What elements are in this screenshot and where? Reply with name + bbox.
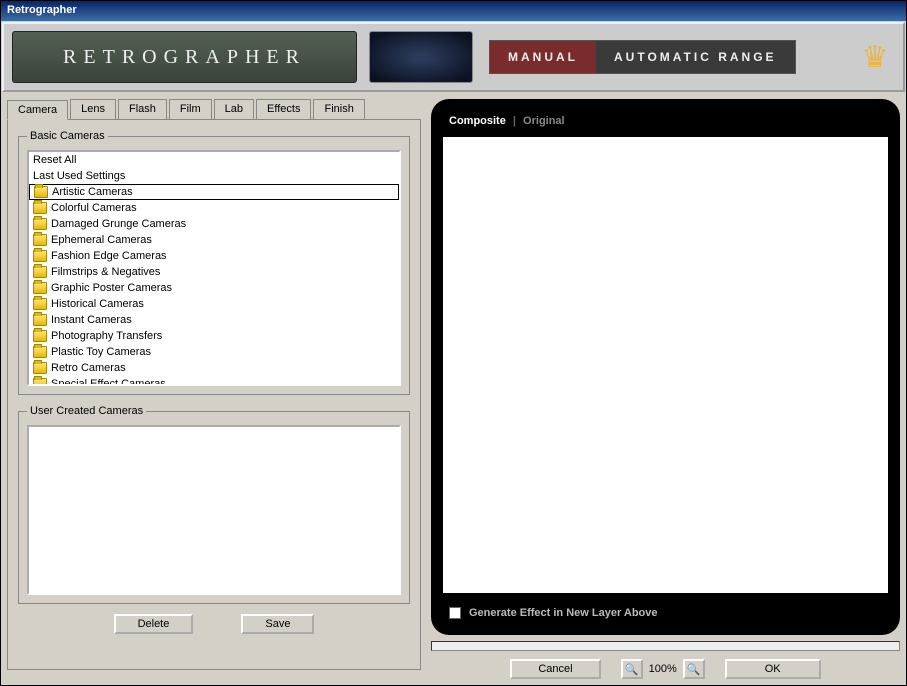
list-item-label: Special Effect Cameras	[51, 378, 166, 386]
folder-icon	[33, 218, 47, 230]
list-item-label: Graphic Poster Cameras	[51, 282, 172, 294]
window-titlebar: Retrographer	[1, 1, 906, 21]
list-item[interactable]: Last Used Settings	[29, 168, 399, 184]
progress-bar	[431, 641, 900, 651]
preview-tabs: Composite | Original	[443, 111, 888, 137]
banner-image	[369, 31, 473, 83]
list-item-label: Historical Cameras	[51, 298, 144, 310]
ok-button[interactable]: OK	[725, 659, 821, 679]
list-item[interactable]: Plastic Toy Cameras	[29, 344, 399, 360]
cancel-button[interactable]: Cancel	[510, 659, 600, 679]
tab-finish[interactable]: Finish	[313, 99, 364, 119]
list-item-label: Colorful Cameras	[51, 202, 137, 214]
folder-icon	[33, 314, 47, 326]
folder-icon	[33, 378, 47, 386]
list-item-label: Ephemeral Cameras	[51, 234, 152, 246]
generate-layer-checkbox[interactable]	[449, 607, 461, 619]
list-item[interactable]: Special Effect Cameras	[29, 376, 399, 386]
tab-film[interactable]: Film	[169, 99, 212, 119]
preview-tab-original[interactable]: Original	[523, 115, 565, 127]
window-title: Retrographer	[7, 4, 77, 16]
preview-tab-composite[interactable]: Composite	[449, 115, 506, 127]
folder-icon	[33, 202, 47, 214]
delete-button[interactable]: Delete	[114, 614, 194, 634]
list-item-label: Fashion Edge Cameras	[51, 250, 167, 262]
tab-strip: Camera Lens Flash Film Lab Effects Finis…	[7, 99, 421, 120]
list-item[interactable]: Filmstrips & Negatives	[29, 264, 399, 280]
list-item-label: Retro Cameras	[51, 362, 126, 374]
basic-cameras-list[interactable]: Reset All Last Used Settings Artistic Came…	[27, 150, 401, 386]
app-logo: RETROGRAPHER	[12, 31, 357, 83]
list-item[interactable]: Fashion Edge Cameras	[29, 248, 399, 264]
mode-switch: MANUAL AUTOMATIC RANGE	[489, 40, 796, 74]
preview-panel: Composite | Original Generate Effect in …	[431, 99, 900, 635]
user-cameras-group: User Created Cameras	[18, 405, 410, 604]
folder-icon	[33, 282, 47, 294]
basic-cameras-legend: Basic Cameras	[27, 130, 108, 142]
user-cameras-list[interactable]	[27, 425, 401, 595]
save-button[interactable]: Save	[241, 614, 314, 634]
list-item-label: Plastic Toy Cameras	[51, 346, 151, 358]
list-item-label: Instant Cameras	[51, 314, 132, 326]
zoom-out-button[interactable]: 🔍	[621, 659, 643, 679]
list-item[interactable]: Instant Cameras	[29, 312, 399, 328]
automatic-range-button[interactable]: AUTOMATIC RANGE	[596, 41, 795, 73]
generate-layer-label: Generate Effect in New Layer Above	[469, 607, 658, 619]
banner: RETROGRAPHER MANUAL AUTOMATIC RANGE ♛	[2, 22, 905, 92]
list-item[interactable]: Retro Cameras	[29, 360, 399, 376]
folder-icon	[33, 266, 47, 278]
list-item-label: Artistic Cameras	[52, 186, 133, 198]
list-item[interactable]: Artistic Cameras	[29, 184, 399, 200]
folder-icon	[34, 186, 48, 198]
list-item-label: Reset All	[33, 154, 76, 166]
tab-flash[interactable]: Flash	[118, 99, 167, 119]
zoom-level: 100%	[649, 663, 677, 675]
manual-mode-button[interactable]: MANUAL	[490, 41, 596, 73]
list-item-label: Damaged Grunge Cameras	[51, 218, 186, 230]
tab-panel: Basic Cameras Reset All Last Used Setting…	[7, 120, 421, 670]
list-item[interactable]: Reset All	[29, 152, 399, 168]
zoom-in-button[interactable]: 🔍	[683, 659, 705, 679]
tab-effects[interactable]: Effects	[256, 99, 311, 119]
folder-icon	[33, 298, 47, 310]
list-item[interactable]: Ephemeral Cameras	[29, 232, 399, 248]
list-item[interactable]: Damaged Grunge Cameras	[29, 216, 399, 232]
tab-lens[interactable]: Lens	[70, 99, 116, 119]
folder-icon	[33, 250, 47, 262]
folder-icon	[33, 330, 47, 342]
tab-camera[interactable]: Camera	[7, 100, 68, 120]
list-item[interactable]: Graphic Poster Cameras	[29, 280, 399, 296]
zoom-in-icon: 🔍	[687, 663, 701, 676]
folder-icon	[33, 346, 47, 358]
list-item-label: Photography Transfers	[51, 330, 162, 342]
folder-icon	[33, 234, 47, 246]
list-item[interactable]: Colorful Cameras	[29, 200, 399, 216]
list-item[interactable]: Photography Transfers	[29, 328, 399, 344]
tab-lab[interactable]: Lab	[214, 99, 254, 119]
zoom-out-icon: 🔍	[625, 663, 639, 676]
list-item-label: Filmstrips & Negatives	[51, 266, 160, 278]
preview-canvas[interactable]	[443, 137, 888, 593]
basic-cameras-group: Basic Cameras Reset All Last Used Setting…	[18, 130, 410, 395]
list-item[interactable]: Historical Cameras	[29, 296, 399, 312]
folder-icon	[33, 362, 47, 374]
user-cameras-legend: User Created Cameras	[27, 405, 146, 417]
crown-icon[interactable]: ♛	[855, 37, 895, 77]
list-item-label: Last Used Settings	[33, 170, 125, 182]
